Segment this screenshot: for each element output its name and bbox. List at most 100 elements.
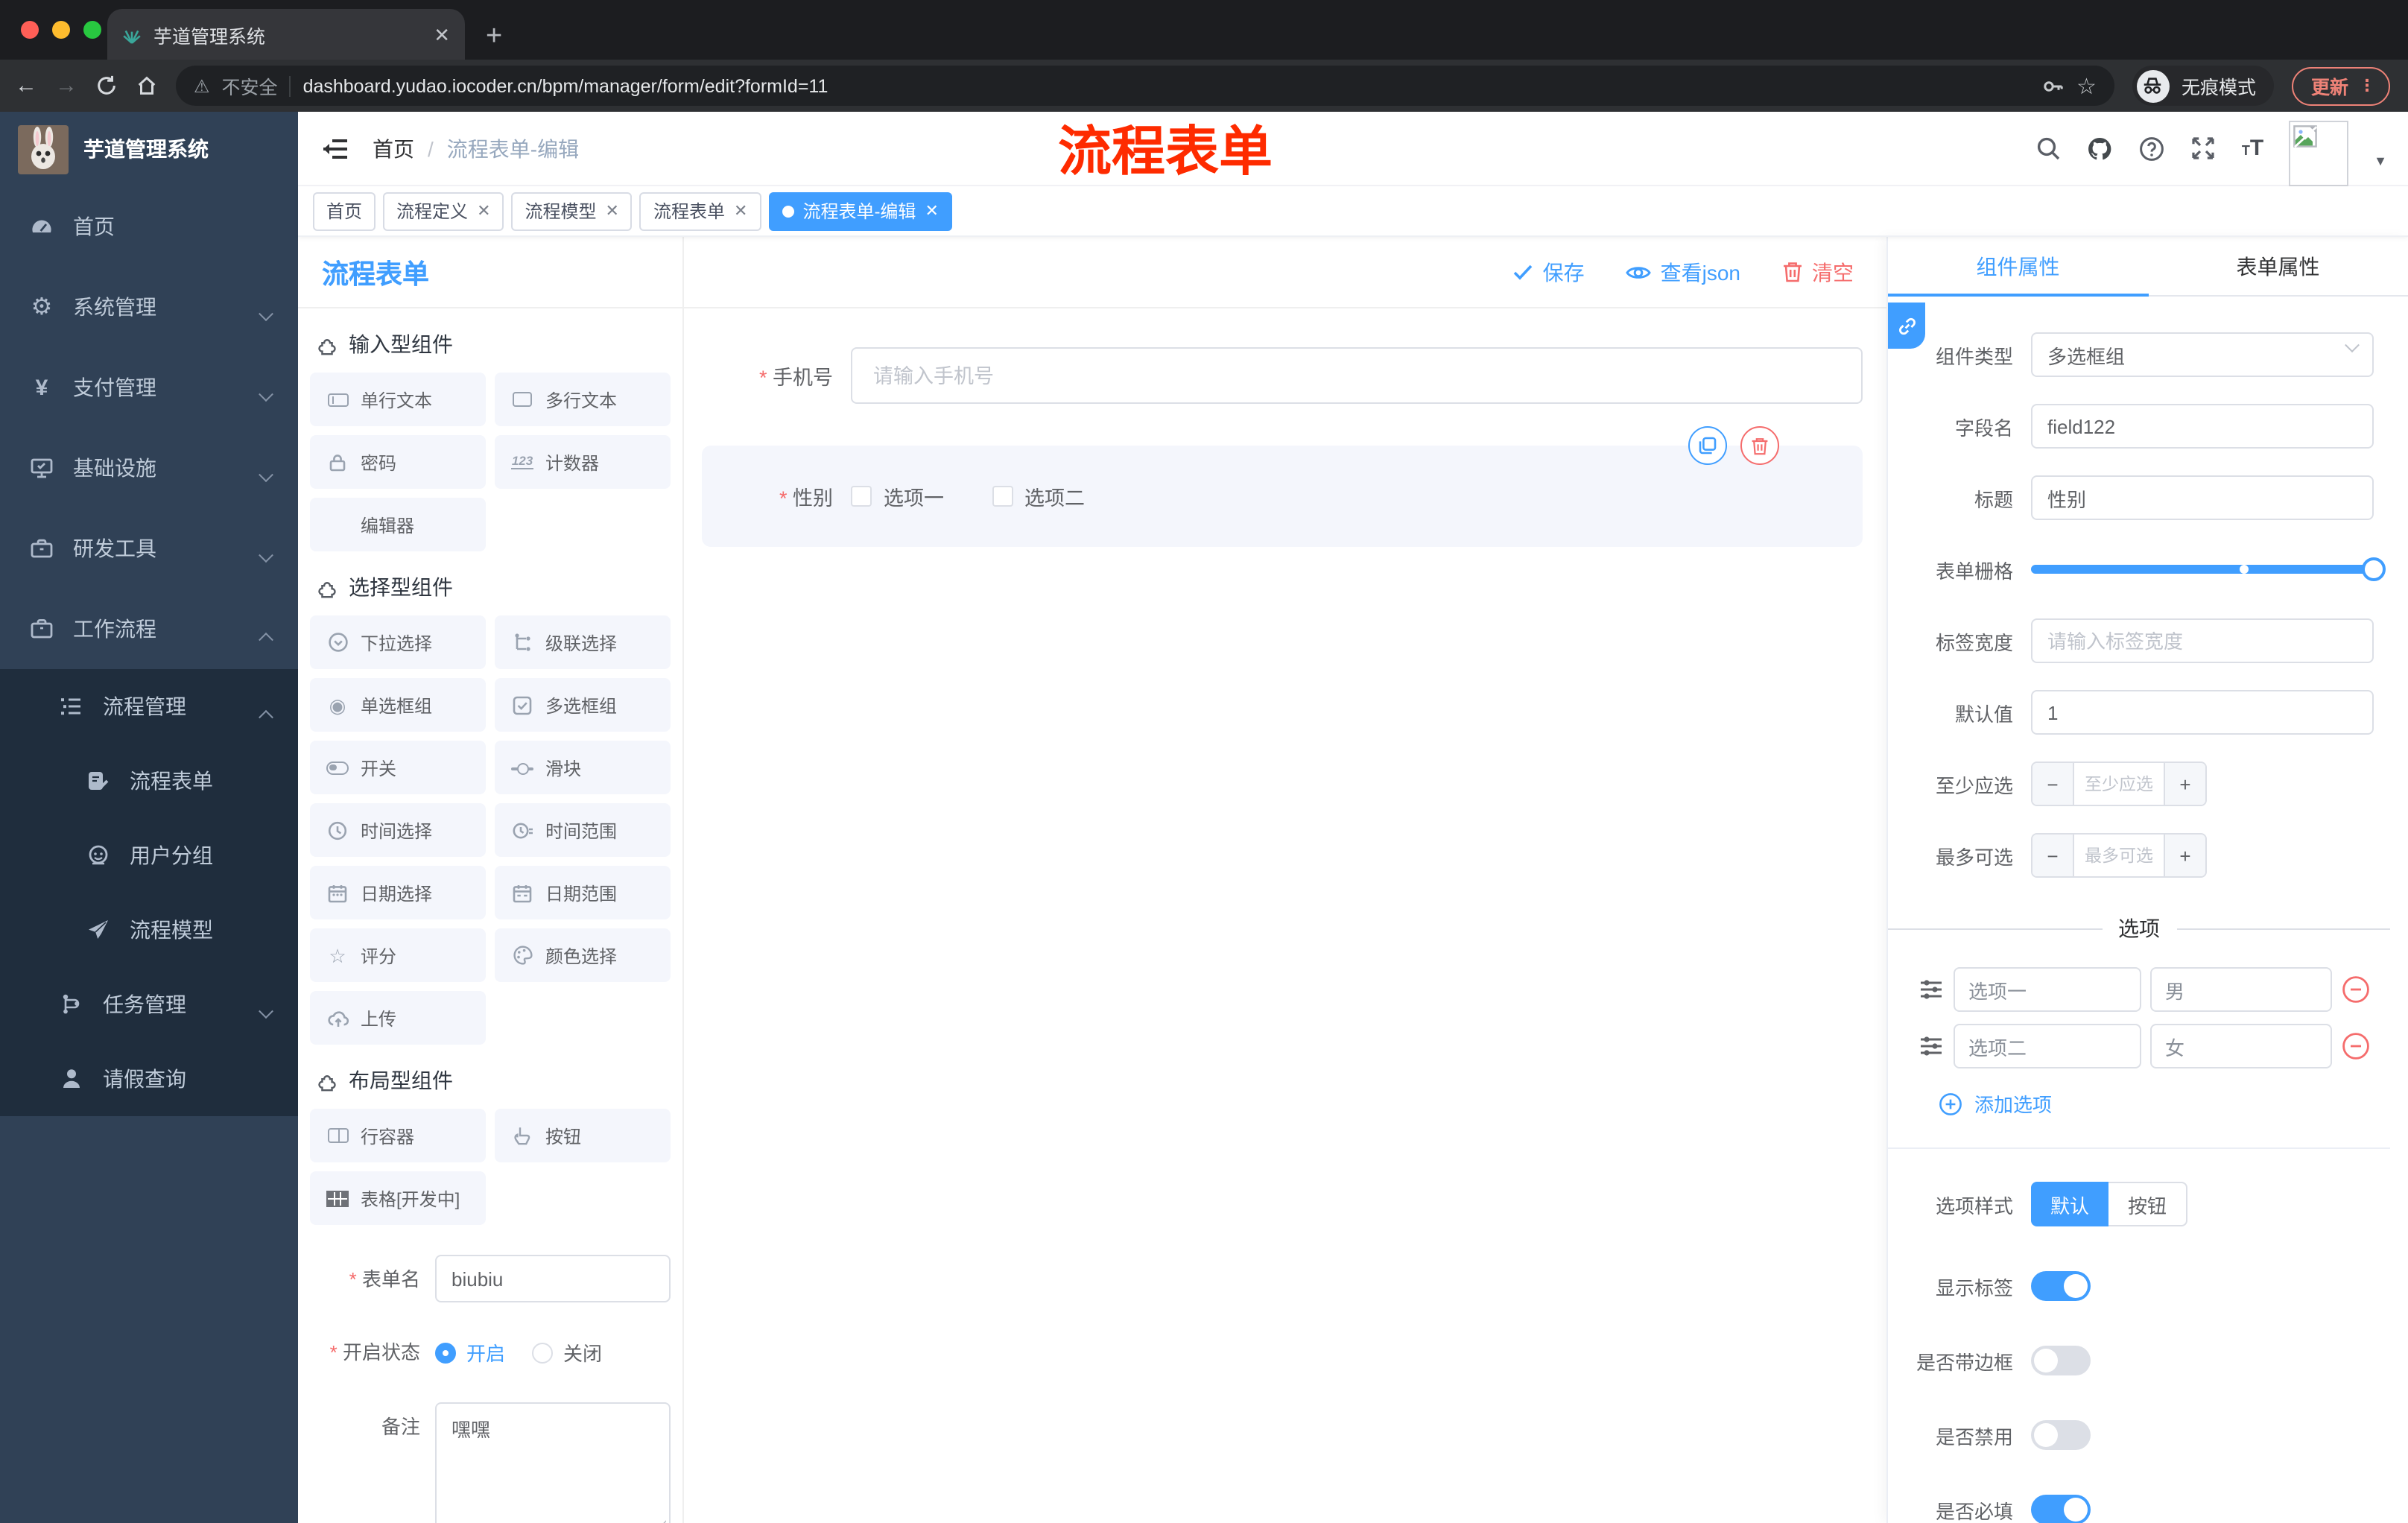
url-text[interactable]: dashboard.yudao.iocoder.cn/bpm/manager/f…	[303, 75, 2029, 96]
palette-item-color-picker[interactable]: 颜色选择	[495, 928, 671, 982]
tag-close-icon[interactable]: ✕	[477, 201, 490, 221]
sidebar-item-workflow[interactable]: 工作流程	[0, 589, 298, 669]
tag-process-form-edit[interactable]: 流程表单-编辑 ✕	[768, 191, 952, 230]
max-select-value[interactable]: 最多可选	[2074, 835, 2164, 876]
palette-item-slider[interactable]: 滑块	[495, 741, 671, 794]
avatar[interactable]	[2289, 120, 2349, 186]
border-switch[interactable]	[2031, 1346, 2091, 1375]
palette-item-editor[interactable]: 编辑器	[310, 498, 486, 551]
label-width-input[interactable]	[2031, 618, 2374, 663]
sidebar-item-system[interactable]: ⚙ 系统管理	[0, 267, 298, 347]
browser-tab[interactable]: 芋道管理系统 ✕	[107, 9, 465, 60]
tag-close-icon[interactable]: ✕	[606, 201, 619, 221]
palette-item-date-range[interactable]: 日期范围	[495, 866, 671, 919]
canvas-field-phone[interactable]: 手机号	[702, 347, 1863, 404]
tag-process-model[interactable]: 流程模型 ✕	[511, 191, 633, 230]
palette-item-date-picker[interactable]: 日期选择	[310, 866, 486, 919]
fullscreen-icon[interactable]	[2191, 136, 2217, 161]
security-warning-icon[interactable]: ⚠	[194, 75, 210, 96]
tag-home[interactable]: 首页	[313, 191, 376, 230]
palette-item-time-range[interactable]: 时间范围	[495, 803, 671, 857]
sidebar-item-process-mgmt[interactable]: 流程管理	[0, 669, 298, 744]
option-value-input[interactable]	[2150, 1024, 2332, 1068]
palette-item-upload[interactable]: 上传	[310, 991, 486, 1045]
sidebar-item-user-group[interactable]: 用户分组	[0, 818, 298, 893]
window-controls[interactable]	[21, 21, 101, 39]
new-tab-button[interactable]: +	[486, 22, 502, 51]
drag-handle-icon[interactable]	[1918, 1033, 1945, 1060]
forward-icon[interactable]: →	[55, 75, 77, 97]
help-icon[interactable]	[2139, 135, 2166, 162]
remove-option-button[interactable]	[2341, 975, 2371, 1004]
palette-item-switch[interactable]: 开关	[310, 741, 486, 794]
address-bar[interactable]: ⚠ 不安全 dashboard.yudao.iocoder.cn/bpm/man…	[176, 66, 2114, 106]
stepper-increase-button[interactable]: +	[2164, 835, 2205, 876]
palette-item-button[interactable]: 按钮	[495, 1109, 671, 1162]
stepper-increase-button[interactable]: +	[2164, 763, 2205, 805]
tab-close-icon[interactable]: ✕	[434, 25, 450, 44]
add-option-button[interactable]: 添加选项	[1939, 1089, 2390, 1118]
sidebar-item-devtools[interactable]: 研发工具	[0, 508, 298, 589]
sidebar-logo[interactable]: 芋道管理系统	[0, 112, 298, 186]
disabled-switch[interactable]	[2031, 1420, 2091, 1450]
drag-handle-icon[interactable]	[1918, 976, 1945, 1003]
palette-item-counter[interactable]: 123 计数器	[495, 435, 671, 489]
stepper-decrease-button[interactable]: −	[2032, 763, 2074, 805]
font-size-icon[interactable]: TT	[2242, 136, 2263, 161]
home-icon[interactable]	[136, 75, 158, 97]
close-window-button[interactable]	[21, 21, 39, 39]
checkbox-unchecked[interactable]	[992, 486, 1013, 507]
title-input[interactable]	[2031, 475, 2374, 520]
status-on-radio[interactable]	[435, 1342, 456, 1363]
palette-item-time-picker[interactable]: 时间选择	[310, 803, 486, 857]
sidebar-item-payment[interactable]: ¥ 支付管理	[0, 347, 298, 428]
search-icon[interactable]	[2036, 136, 2062, 161]
show-label-switch[interactable]	[2031, 1271, 2091, 1301]
palette-item-password[interactable]: 密码	[310, 435, 486, 489]
option-label-input[interactable]	[1954, 967, 2141, 1012]
palette-item-single-text[interactable]: 单行文本	[310, 373, 486, 426]
status-off-label[interactable]: 关闭	[563, 1338, 602, 1367]
view-json-button[interactable]: 查看json	[1626, 257, 1740, 287]
palette-item-cascader[interactable]: 级联选择	[495, 615, 671, 669]
copy-component-button[interactable]	[1688, 426, 1727, 465]
status-off-radio[interactable]	[532, 1342, 554, 1363]
gender-option-2[interactable]: 选项二	[992, 481, 1085, 511]
sidebar-item-home[interactable]: 首页	[0, 186, 298, 267]
back-icon[interactable]: ←	[15, 75, 37, 97]
sidebar-item-task-mgmt[interactable]: 任务管理	[0, 967, 298, 1042]
browser-update-button[interactable]: 更新 ⋮	[2291, 66, 2390, 105]
palette-item-rate[interactable]: ☆ 评分	[310, 928, 486, 982]
form-name-input[interactable]	[435, 1255, 671, 1302]
style-button-button[interactable]: 按钮	[2108, 1182, 2188, 1226]
delete-component-button[interactable]	[1740, 426, 1779, 465]
checkbox-unchecked[interactable]	[851, 486, 872, 507]
sidebar-item-infra[interactable]: 基础设施	[0, 428, 298, 508]
default-value-input[interactable]	[2031, 690, 2374, 735]
github-icon[interactable]	[2087, 135, 2114, 162]
palette-item-select[interactable]: 下拉选择	[310, 615, 486, 669]
sidebar-item-leave-query[interactable]: 请假查询	[0, 1042, 298, 1116]
avatar-dropdown-caret-icon[interactable]: ▼	[2374, 153, 2387, 168]
tag-process-form[interactable]: 流程表单 ✕	[639, 191, 761, 230]
palette-item-radio-group[interactable]: ◉ 单选框组	[310, 678, 486, 732]
required-switch[interactable]	[2031, 1495, 2091, 1523]
palette-item-table[interactable]: 表格[开发中]	[310, 1171, 486, 1225]
palette-item-row-container[interactable]: 行容器	[310, 1109, 486, 1162]
canvas-field-gender-selected[interactable]: 性别 选项一 选项二	[702, 426, 1863, 547]
min-select-value[interactable]: 至少应选	[2074, 763, 2164, 805]
sidebar-item-process-form[interactable]: 流程表单	[0, 744, 298, 818]
browser-menu-icon[interactable]: ⋮	[2359, 76, 2375, 95]
tag-close-icon[interactable]: ✕	[925, 201, 938, 221]
data-binding-tag[interactable]	[1888, 303, 1925, 349]
option-value-input[interactable]	[2150, 967, 2332, 1012]
reload-icon[interactable]	[95, 75, 118, 97]
form-grid-slider[interactable]	[2031, 547, 2386, 592]
stepper-decrease-button[interactable]: −	[2032, 835, 2074, 876]
palette-item-multi-text[interactable]: 多行文本	[495, 373, 671, 426]
gender-option-1[interactable]: 选项一	[851, 481, 944, 511]
minimize-window-button[interactable]	[52, 21, 70, 39]
palette-item-checkbox-group[interactable]: 多选框组	[495, 678, 671, 732]
field-name-input[interactable]	[2031, 404, 2374, 449]
breadcrumb-home[interactable]: 首页	[373, 133, 414, 163]
